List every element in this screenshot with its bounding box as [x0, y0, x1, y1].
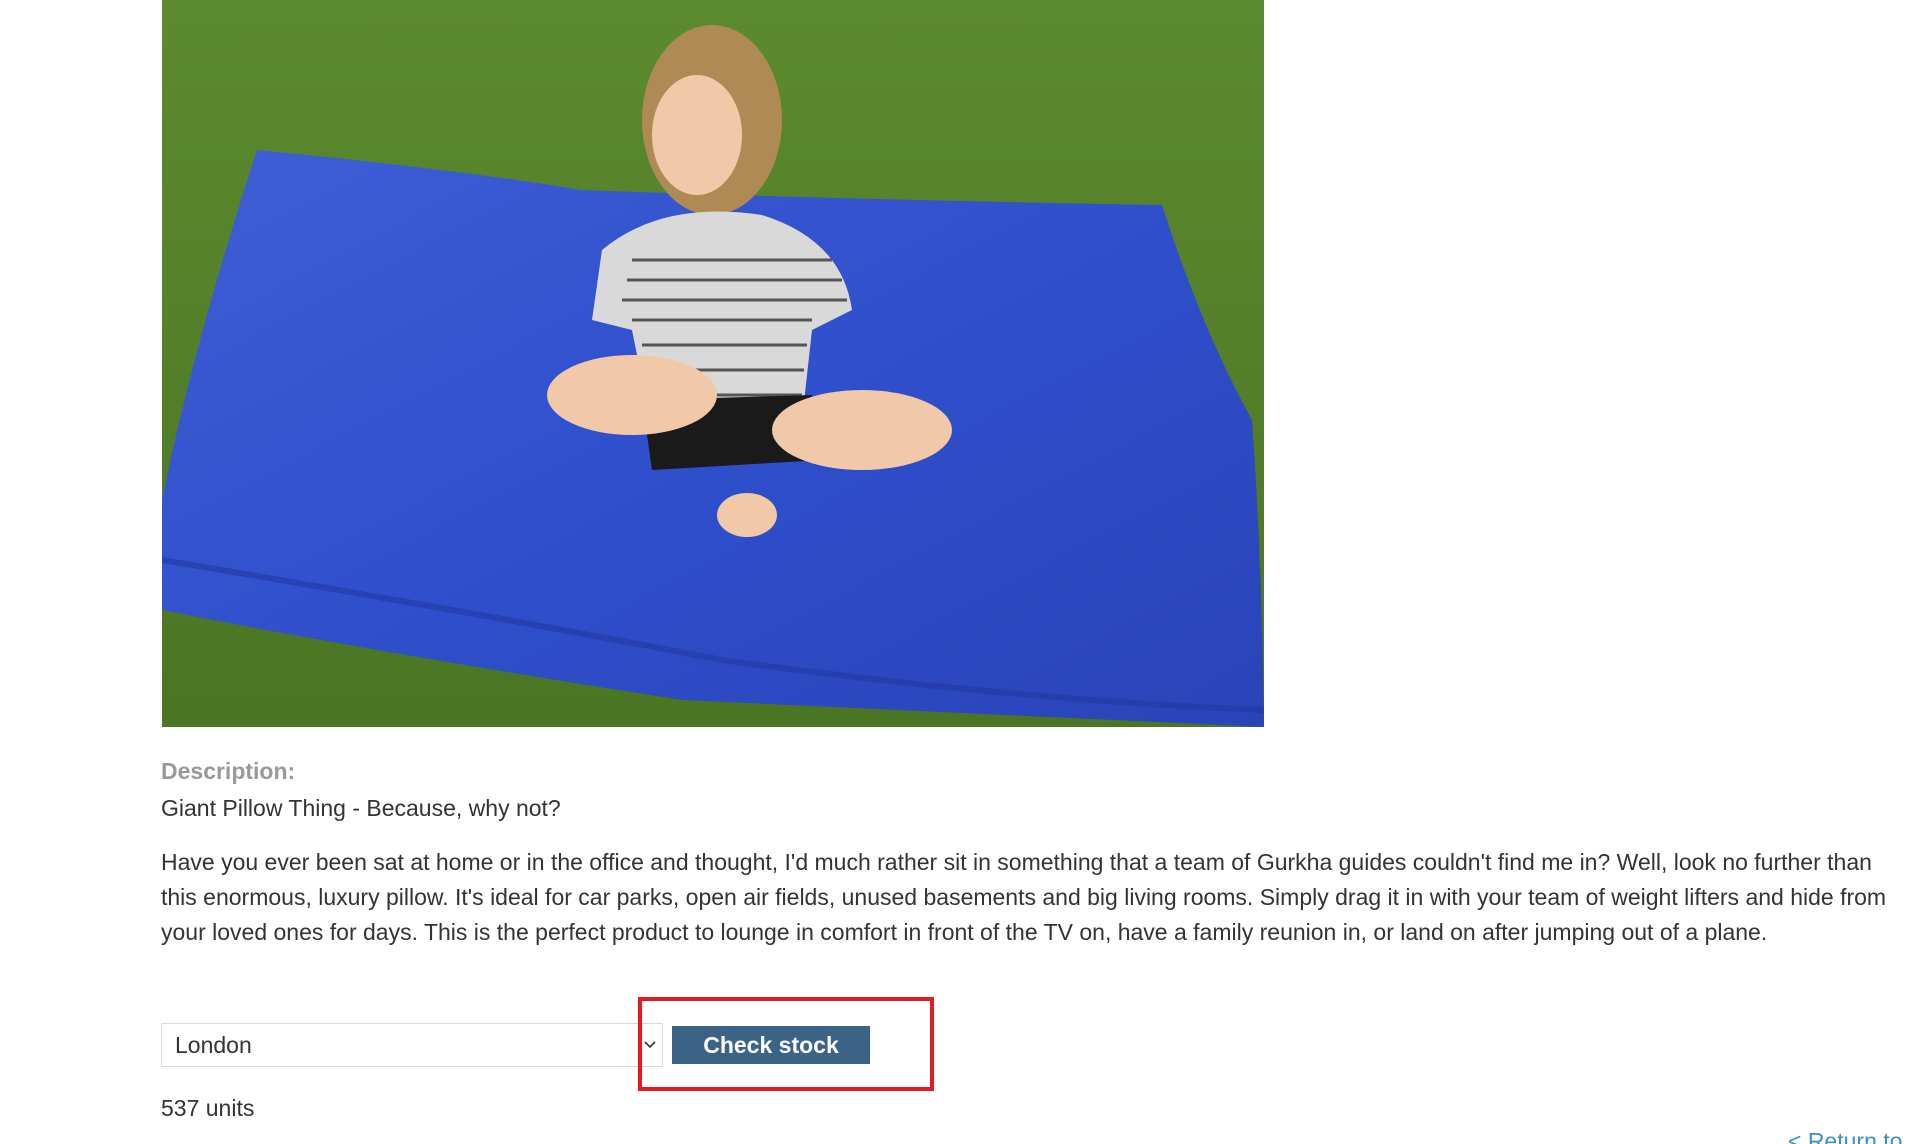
stock-check-form: London Check stock	[161, 1022, 870, 1068]
chevron-down-icon	[638, 1024, 662, 1066]
product-title: Giant Pillow Thing - Because, why not?	[161, 795, 561, 821]
product-page: Description: Giant Pillow Thing - Becaus…	[0, 0, 1920, 1144]
return-link[interactable]: < Return to	[1788, 1128, 1902, 1144]
store-select[interactable]: London	[161, 1023, 663, 1067]
store-select-value: London	[175, 1031, 252, 1058]
product-description: Have you ever been sat at home or in the…	[161, 849, 1887, 945]
product-photo	[162, 0, 1264, 727]
stock-result: 537 units	[161, 1095, 255, 1121]
description-label: Description:	[161, 758, 296, 784]
check-stock-button[interactable]: Check stock	[672, 1026, 870, 1064]
product-image	[162, 0, 1264, 727]
